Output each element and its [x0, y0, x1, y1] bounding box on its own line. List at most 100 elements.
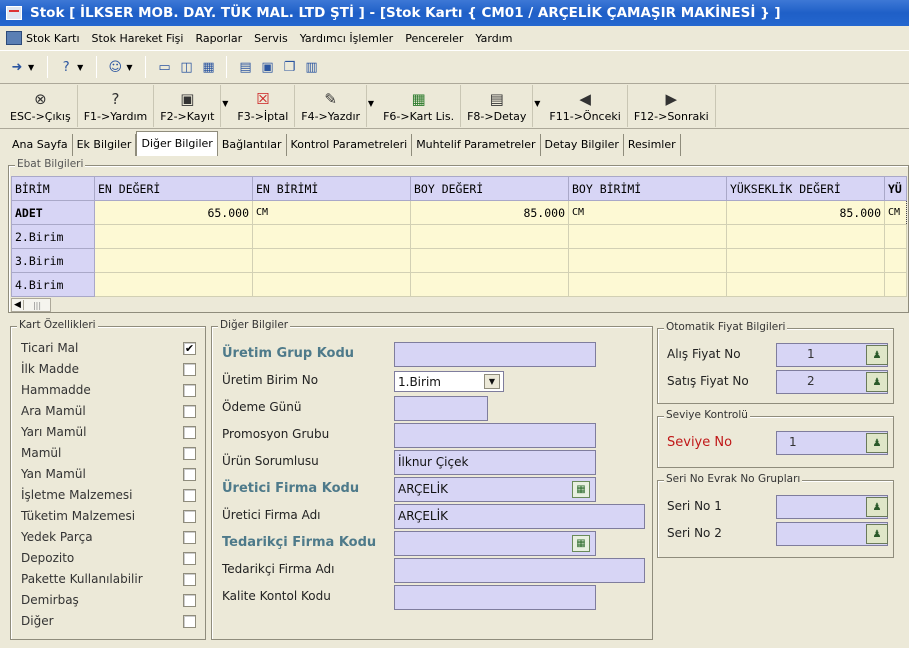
- lookup-person-icon[interactable]: ♟: [866, 497, 888, 517]
- menu-servis[interactable]: Servis: [254, 32, 288, 45]
- document-icon[interactable]: [6, 31, 22, 45]
- previous-button[interactable]: ◀ F11->Önceki: [543, 85, 628, 127]
- checkbox-isletme-malzemesi[interactable]: [183, 489, 196, 502]
- menu-stok-karti[interactable]: Stok Kartı: [26, 32, 80, 45]
- table-cell[interactable]: [884, 248, 907, 273]
- checkbox-hammadde[interactable]: [183, 384, 196, 397]
- uretici-firma-kodu-field[interactable]: ARÇELİK: [394, 477, 596, 502]
- checkbox-pakette-kullanilabilir[interactable]: [183, 573, 196, 586]
- table-cell[interactable]: [884, 224, 907, 249]
- column-header[interactable]: BİRİM: [11, 176, 95, 201]
- menu-pencereler[interactable]: Pencereler: [405, 32, 463, 45]
- tab-detay-bilgiler[interactable]: Detay Bilgiler: [541, 134, 624, 156]
- checkbox-depozito[interactable]: [183, 552, 196, 565]
- checkbox-diger[interactable]: [183, 615, 196, 628]
- checkbox-demirbas[interactable]: [183, 594, 196, 607]
- table-cell[interactable]: [252, 272, 411, 297]
- urun-sorumlusu-field[interactable]: İlknur Çiçek: [394, 450, 596, 475]
- table-row[interactable]: 3.Birim: [11, 248, 907, 273]
- row-header[interactable]: ADET: [11, 200, 95, 225]
- help-button[interactable]: ? F1->Yardım: [78, 85, 155, 127]
- checkbox-yan-mamul[interactable]: [183, 468, 196, 481]
- table-cell[interactable]: 85.000: [410, 200, 569, 225]
- tab-muhtelif-parametreler[interactable]: Muhtelif Parametreler: [412, 134, 541, 156]
- column-header[interactable]: EN BİRİMİ: [252, 176, 411, 201]
- table-cell[interactable]: [726, 224, 885, 249]
- horizontal-scrollbar[interactable]: ◀ |||: [11, 298, 51, 312]
- table-row[interactable]: ADET 65.000 CM 85.000 CM 85.000 CM: [11, 200, 907, 225]
- tedarikci-firma-adi-field[interactable]: [394, 558, 645, 583]
- table-cell[interactable]: [252, 248, 411, 273]
- uretim-birim-no-select[interactable]: 1.Birim ▼: [394, 371, 504, 392]
- lookup-person-icon[interactable]: ♟: [866, 524, 888, 544]
- column-header[interactable]: BOY BİRİMİ: [568, 176, 727, 201]
- checkbox-yedek-parca[interactable]: [183, 531, 196, 544]
- exit-button[interactable]: ⊗ ESC->Çıkış: [4, 85, 78, 127]
- promosyon-grubu-field[interactable]: [394, 423, 596, 448]
- print-button[interactable]: ✎ F4->Yazdır ▼: [295, 85, 374, 127]
- lookup-grid-icon[interactable]: ▦: [572, 481, 590, 498]
- uretici-firma-adi-field[interactable]: ARÇELİK: [394, 504, 645, 529]
- chevron-down-icon[interactable]: ▼: [77, 63, 83, 72]
- tab-baglantilar[interactable]: Bağlantılar: [218, 134, 287, 156]
- table-cell[interactable]: [568, 272, 727, 297]
- menu-yardimci-islemler[interactable]: Yardımcı İşlemler: [300, 32, 394, 45]
- checkbox-ticari-mal[interactable]: ✔: [183, 342, 196, 355]
- chevron-down-icon[interactable]: ▼: [28, 63, 34, 72]
- table-cell[interactable]: [94, 248, 253, 273]
- detail-button[interactable]: ▤ F8->Detay ▼: [461, 85, 540, 127]
- table-row[interactable]: 2.Birim: [11, 224, 907, 249]
- lookup-person-icon[interactable]: ♟: [866, 433, 888, 453]
- checkbox-ilk-madde[interactable]: [183, 363, 196, 376]
- tab-kontrol-parametreleri[interactable]: Kontrol Parametreleri: [287, 134, 413, 156]
- chevron-down-icon[interactable]: ▼: [534, 99, 540, 108]
- tab-ek-bilgiler[interactable]: Ek Bilgiler: [73, 134, 137, 156]
- table-cell[interactable]: [410, 248, 569, 273]
- chevron-down-icon[interactable]: ▼: [484, 374, 500, 389]
- table-cell[interactable]: [726, 248, 885, 273]
- table-cell[interactable]: 85.000: [726, 200, 885, 225]
- table-cell[interactable]: CM: [568, 200, 727, 225]
- window-icon[interactable]: ▭: [155, 58, 173, 76]
- tab-resimler[interactable]: Resimler: [624, 134, 681, 156]
- odeme-gunu-field[interactable]: [394, 396, 488, 421]
- checkbox-yari-mamul[interactable]: [183, 426, 196, 439]
- tedarikci-firma-kodu-field[interactable]: [394, 531, 596, 556]
- checkbox-ara-mamul[interactable]: [183, 405, 196, 418]
- column-header[interactable]: BOY DEĞERİ: [410, 176, 569, 201]
- table-cell[interactable]: [884, 272, 907, 297]
- scroll-left-icon[interactable]: ◀: [12, 300, 24, 310]
- table-row[interactable]: 4.Birim: [11, 272, 907, 297]
- kalite-kontol-kodu-field[interactable]: [394, 585, 596, 610]
- menu-raporlar[interactable]: Raporlar: [195, 32, 242, 45]
- chevron-down-icon[interactable]: ▼: [368, 99, 374, 108]
- table-cell[interactable]: [568, 248, 727, 273]
- checkbox-mamul[interactable]: [183, 447, 196, 460]
- cancel-button[interactable]: ☒ F3->İptal: [231, 85, 296, 127]
- column-header[interactable]: YÜKSEKLİK DEĞERİ: [726, 176, 885, 201]
- users-icon[interactable]: ☺: [106, 58, 124, 76]
- column-header[interactable]: YÜ: [884, 176, 907, 201]
- row-header[interactable]: 4.Birim: [11, 272, 95, 297]
- chevron-down-icon[interactable]: ▼: [222, 99, 228, 108]
- help-icon[interactable]: ?: [57, 58, 75, 76]
- table-cell[interactable]: [94, 272, 253, 297]
- lookup-grid-icon[interactable]: ▦: [572, 535, 590, 552]
- table-cell[interactable]: [568, 224, 727, 249]
- table-icon[interactable]: ▥: [302, 58, 320, 76]
- table-cell[interactable]: [726, 272, 885, 297]
- table-cell[interactable]: 65.000: [94, 200, 253, 225]
- window-split-icon[interactable]: ◫: [177, 58, 195, 76]
- lookup-person-icon[interactable]: ♟: [866, 345, 888, 365]
- table-cell[interactable]: CM: [252, 200, 411, 225]
- uretim-grup-kodu-field[interactable]: [394, 342, 596, 367]
- save-button[interactable]: ▣ F2->Kayıt ▼: [154, 85, 228, 127]
- tab-ana-sayfa[interactable]: Ana Sayfa: [8, 134, 73, 156]
- row-header[interactable]: 3.Birim: [11, 248, 95, 273]
- checkbox-tuketim-malzemesi[interactable]: [183, 510, 196, 523]
- column-header[interactable]: EN DEĞERİ: [94, 176, 253, 201]
- form-icon[interactable]: ▤: [236, 58, 254, 76]
- card-list-button[interactable]: ▦ F6->Kart Lis.: [377, 85, 462, 127]
- menu-stok-hareket-fisi[interactable]: Stok Hareket Fişi: [92, 32, 184, 45]
- chevron-down-icon[interactable]: ▼: [126, 63, 132, 72]
